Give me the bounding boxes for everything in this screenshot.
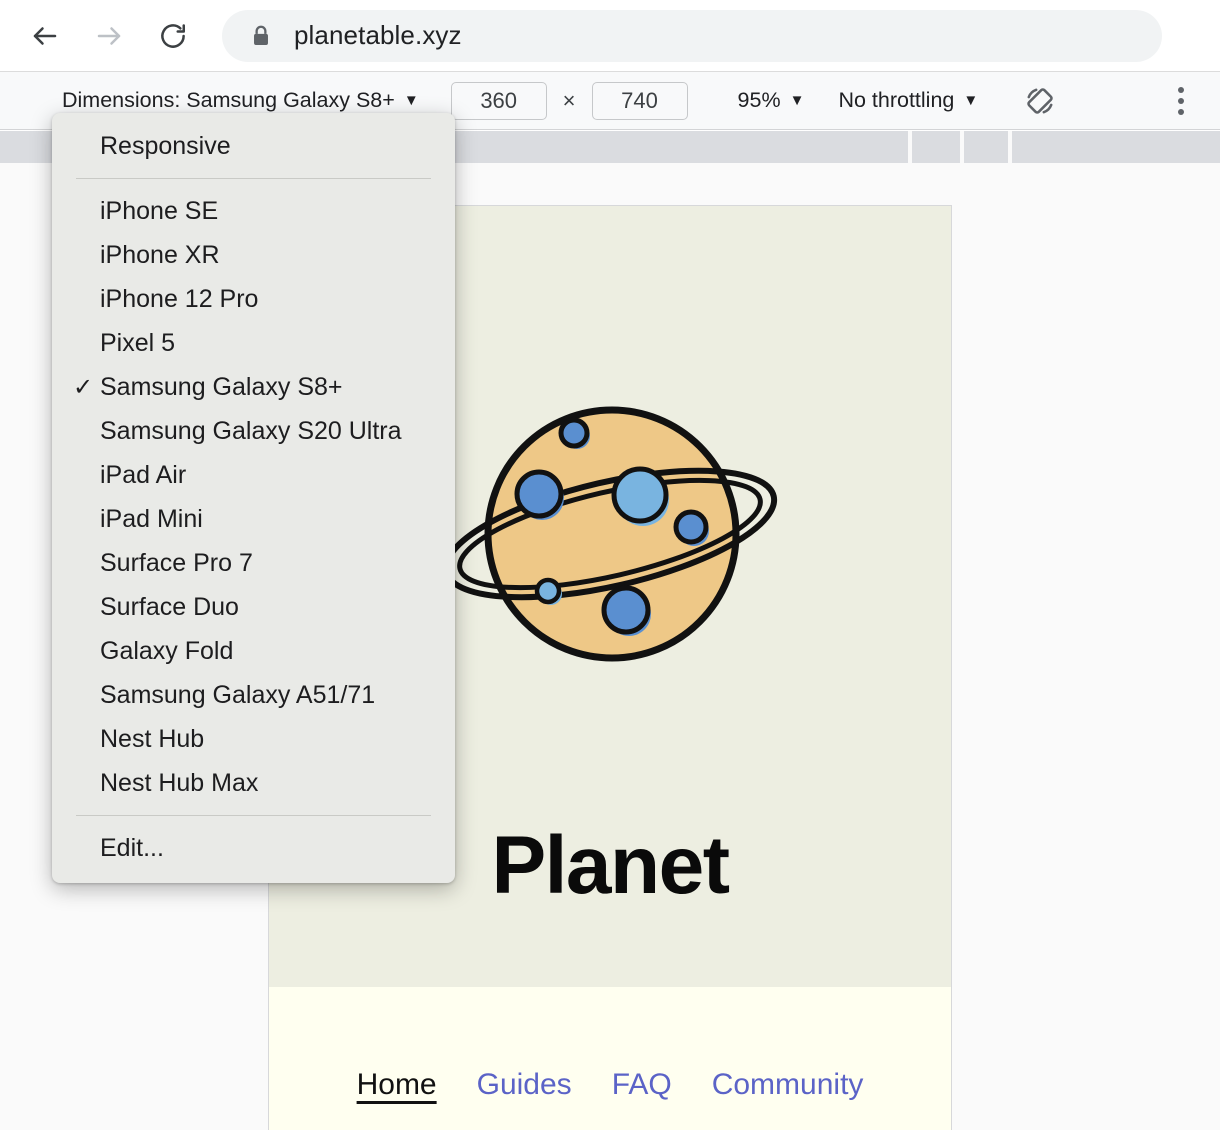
zoom-selector[interactable]: 95% ▼	[738, 88, 805, 113]
device-selector-label: Dimensions: Samsung Galaxy S8+	[62, 88, 395, 113]
device-menu-item-label: Nest Hub	[100, 725, 204, 754]
nav-link-community[interactable]: Community	[712, 1068, 864, 1102]
device-menu-item-samsung-galaxy-s20-ultra[interactable]: Samsung Galaxy S20 Ultra	[52, 409, 455, 453]
device-menu-item-label: iPhone SE	[100, 197, 218, 226]
device-menu-item-label: iPad Mini	[100, 505, 203, 534]
device-menu-item-label: Responsive	[100, 132, 231, 161]
reload-button[interactable]	[150, 13, 196, 59]
address-bar[interactable]: planetable.xyz	[222, 10, 1162, 62]
device-menu-item-nest-hub[interactable]: Nest Hub	[52, 717, 455, 761]
planet-with-rings-icon	[430, 394, 790, 669]
height-input[interactable]: 740	[592, 82, 688, 120]
device-menu-item-samsung-galaxy-s8[interactable]: ✓Samsung Galaxy S8+	[52, 365, 455, 409]
rotate-button[interactable]	[1020, 81, 1060, 121]
device-menu-item-edit[interactable]: Edit...	[52, 826, 455, 870]
device-menu-item-surface-pro-7[interactable]: Surface Pro 7	[52, 541, 455, 585]
more-options-button[interactable]	[1164, 81, 1198, 121]
kebab-menu-icon	[1178, 87, 1184, 93]
media-query-segment[interactable]	[964, 131, 1008, 163]
device-menu-item-iphone-xr[interactable]: iPhone XR	[52, 233, 455, 277]
device-menu-item-label: Nest Hub Max	[100, 769, 258, 798]
device-menu-item-responsive[interactable]: Responsive	[52, 124, 455, 168]
device-menu-item-ipad-mini[interactable]: iPad Mini	[52, 497, 455, 541]
device-menu-item-ipad-air[interactable]: iPad Air	[52, 453, 455, 497]
device-menu-item-label: iPhone 12 Pro	[100, 285, 258, 314]
back-arrow-icon	[30, 21, 60, 51]
throttling-selector[interactable]: No throttling ▼	[838, 88, 978, 113]
nav-link-home[interactable]: Home	[357, 1068, 437, 1102]
device-menu-item-iphone-12-pro[interactable]: iPhone 12 Pro	[52, 277, 455, 321]
kebab-menu-icon	[1178, 109, 1184, 115]
reload-icon	[158, 21, 188, 51]
menu-separator	[76, 178, 431, 179]
rotate-device-icon	[1023, 84, 1057, 118]
chevron-down-icon: ▼	[963, 93, 978, 108]
device-menu-item-label: iPad Air	[100, 461, 186, 490]
width-input[interactable]: 360	[451, 82, 547, 120]
kebab-menu-icon	[1178, 98, 1184, 104]
zoom-value: 95%	[738, 88, 781, 113]
device-menu-item-label: Surface Duo	[100, 593, 239, 622]
browser-toolbar: planetable.xyz	[0, 0, 1220, 72]
device-menu-item-surface-duo[interactable]: Surface Duo	[52, 585, 455, 629]
nav-link-faq[interactable]: FAQ	[612, 1068, 672, 1102]
chevron-down-icon: ▼	[790, 93, 805, 108]
forward-arrow-icon	[94, 21, 124, 51]
nav-link-guides[interactable]: Guides	[477, 1068, 572, 1102]
device-menu-item-label: iPhone XR	[100, 241, 220, 270]
device-menu-item-label: Samsung Galaxy S20 Ultra	[100, 417, 402, 446]
device-menu-item-iphone-se[interactable]: iPhone SE	[52, 189, 455, 233]
device-menu-item-pixel-5[interactable]: Pixel 5	[52, 321, 455, 365]
device-list-dropdown[interactable]: Responsive iPhone SE iPhone XR iPhone 12 Pr…	[52, 113, 455, 883]
main-navigation: Home Guides FAQ Community	[269, 1068, 951, 1102]
forward-button[interactable]	[86, 13, 132, 59]
media-query-segment[interactable]	[912, 131, 960, 163]
device-menu-item-label: Galaxy Fold	[100, 637, 233, 666]
device-menu-item-label: Surface Pro 7	[100, 549, 253, 578]
chevron-down-icon: ▼	[404, 93, 419, 108]
device-menu-item-samsung-galaxy-a51-71[interactable]: Samsung Galaxy A51/71	[52, 673, 455, 717]
device-menu-item-galaxy-fold[interactable]: Galaxy Fold	[52, 629, 455, 673]
device-menu-item-nest-hub-max[interactable]: Nest Hub Max	[52, 761, 455, 805]
menu-separator	[76, 815, 431, 816]
lock-icon	[250, 24, 272, 48]
device-selector[interactable]: Dimensions: Samsung Galaxy S8+ ▼	[62, 88, 419, 113]
device-menu-item-label: Samsung Galaxy A51/71	[100, 681, 375, 710]
media-query-segment[interactable]	[1012, 131, 1220, 163]
throttling-value: No throttling	[838, 88, 954, 113]
back-button[interactable]	[22, 13, 68, 59]
url-text: planetable.xyz	[294, 20, 462, 51]
check-icon: ✓	[73, 373, 93, 402]
device-menu-item-label: Edit...	[100, 834, 164, 863]
device-menu-item-label: Samsung Galaxy S8+	[100, 373, 343, 402]
device-menu-item-label: Pixel 5	[100, 329, 175, 358]
multiply-symbol: ×	[563, 88, 576, 114]
